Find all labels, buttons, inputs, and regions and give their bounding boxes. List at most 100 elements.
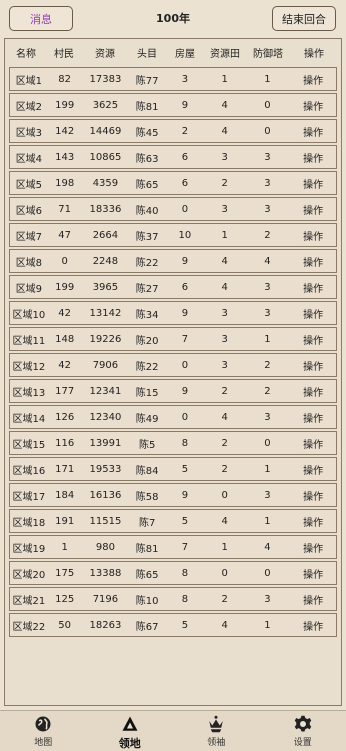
leader-name: 陈15 [129,384,165,399]
table-row: 区域51984359陈65623操作 [9,171,337,195]
defense-tower-count: 1 [245,464,291,475]
action-button[interactable]: 操作 [290,566,336,581]
house-count: 8 [165,438,205,449]
defense-tower-count: 2 [245,230,291,241]
table-row: 区域1511613991陈5820操作 [9,431,337,455]
action-button[interactable]: 操作 [290,410,336,425]
region-name: 区域1 [10,72,48,87]
action-button[interactable]: 操作 [290,488,336,503]
table-row: 区域211257196陈10823操作 [9,587,337,611]
action-button[interactable]: 操作 [290,462,336,477]
house-count: 9 [165,308,205,319]
resource-value: 7906 [82,360,130,371]
house-count: 5 [165,516,205,527]
villager-count: 71 [48,204,82,215]
defense-tower-count: 0 [245,126,291,137]
villager-count: 42 [48,308,82,319]
resource-field-count: 4 [205,516,245,527]
table-row: 区域1317712341陈15922操作 [9,379,337,403]
leader-name: 陈22 [129,254,165,269]
action-button[interactable]: 操作 [290,618,336,633]
column-header: 资源田 [205,45,245,60]
gear-icon [294,715,312,733]
table-row: 区域12427906陈22032操作 [9,353,337,377]
resource-value: 13142 [82,308,130,319]
resource-value: 980 [82,542,130,553]
nav-item-territory[interactable]: 领地 [87,711,174,751]
action-button[interactable]: 操作 [290,384,336,399]
resource-field-count: 4 [205,100,245,111]
leader-name: 陈5 [129,436,165,451]
region-name: 区域16 [10,462,48,477]
defense-tower-count: 1 [245,334,291,345]
region-name: 区域12 [10,358,48,373]
region-name: 区域7 [10,228,48,243]
house-count: 9 [165,100,205,111]
defense-tower-count: 3 [245,490,291,501]
action-button[interactable]: 操作 [290,228,336,243]
action-button[interactable]: 操作 [290,540,336,555]
table-body: 区域18217383陈77311操作区域21993625陈81940操作区域31… [5,67,341,637]
crown-icon [207,715,225,733]
resource-value: 7196 [82,594,130,605]
defense-tower-count: 1 [245,74,291,85]
house-count: 10 [165,230,205,241]
leader-name: 陈77 [129,72,165,87]
leader-name: 陈84 [129,462,165,477]
house-count: 5 [165,620,205,631]
defense-tower-count: 2 [245,360,291,371]
nav-label: 领袖 [207,735,225,748]
house-count: 2 [165,126,205,137]
defense-tower-count: 0 [245,568,291,579]
column-header: 房屋 [165,45,205,60]
region-name: 区域14 [10,410,48,425]
house-count: 0 [165,412,205,423]
resource-value: 2664 [82,230,130,241]
action-button[interactable]: 操作 [290,280,336,295]
action-button[interactable]: 操作 [290,358,336,373]
nav-item-map[interactable]: 地图 [0,711,87,751]
resource-field-count: 0 [205,490,245,501]
house-count: 8 [165,568,205,579]
action-button[interactable]: 操作 [290,592,336,607]
action-button[interactable]: 操作 [290,332,336,347]
table-row: 区域2017513388陈65800操作 [9,561,337,585]
action-button[interactable]: 操作 [290,150,336,165]
leader-name: 陈49 [129,410,165,425]
action-button[interactable]: 操作 [290,306,336,321]
message-button[interactable]: 消息 [9,6,73,31]
column-header: 名称 [5,45,47,60]
resource-value: 14469 [82,126,130,137]
villager-count: 42 [48,360,82,371]
resource-field-count: 3 [205,360,245,371]
column-header: 资源 [81,45,129,60]
action-button[interactable]: 操作 [290,98,336,113]
table-row: 区域1718416136陈58903操作 [9,483,337,507]
leader-name: 陈27 [129,280,165,295]
action-button[interactable]: 操作 [290,176,336,191]
region-name: 区域13 [10,384,48,399]
nav-item-settings[interactable]: 设置 [260,711,346,751]
action-button[interactable]: 操作 [290,124,336,139]
action-button[interactable]: 操作 [290,254,336,269]
end-turn-button[interactable]: 结束回合 [272,6,336,31]
action-button[interactable]: 操作 [290,514,336,529]
table-row: 区域91993965陈27643操作 [9,275,337,299]
table-row: 区域191980陈81714操作 [9,535,337,559]
defense-tower-count: 1 [245,620,291,631]
action-button[interactable]: 操作 [290,72,336,87]
bottom-nav: 地图 领地 领袖 设置 [0,710,346,751]
house-count: 7 [165,334,205,345]
action-button[interactable]: 操作 [290,436,336,451]
villager-count: 199 [48,282,82,293]
leader-name: 陈45 [129,124,165,139]
region-name: 区域10 [10,306,48,321]
leader-name: 陈37 [129,228,165,243]
resource-value: 12341 [82,386,130,397]
territory-table: 名称 村民 资源 头目 房屋 资源田 防御塔 操作 区域18217383陈773… [4,38,342,706]
action-button[interactable]: 操作 [290,202,336,217]
region-name: 区域8 [10,254,48,269]
nav-item-leader[interactable]: 领袖 [173,711,260,751]
table-row: 区域104213142陈34933操作 [9,301,337,325]
resource-value: 13388 [82,568,130,579]
